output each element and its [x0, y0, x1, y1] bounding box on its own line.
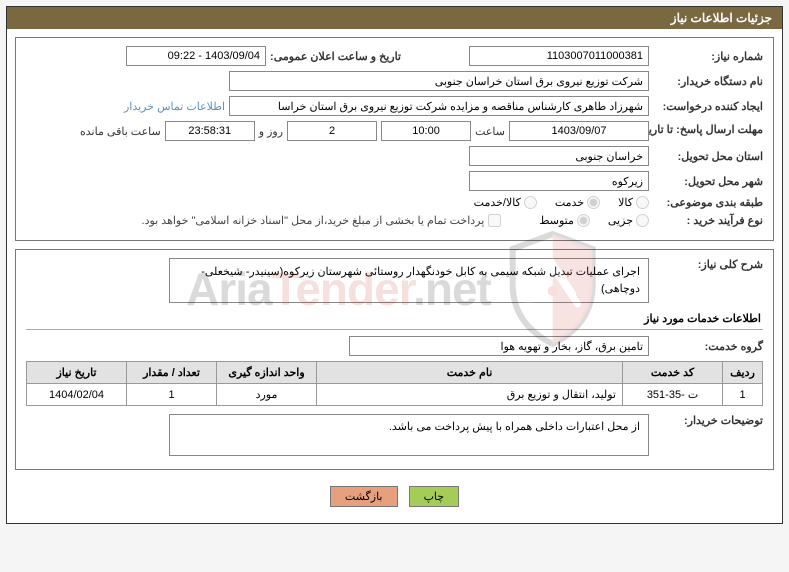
th-qty: تعداد / مقدار	[127, 362, 217, 384]
category-goods[interactable]: کالا	[618, 196, 649, 209]
category-service-label: خدمت	[555, 196, 584, 209]
services-table: ردیف کد خدمت نام خدمت واحد اندازه گیری ت…	[26, 361, 763, 406]
delivery-province-label: استان محل تحویل:	[653, 150, 763, 163]
purchase-partial-label: جزیی	[608, 214, 633, 227]
purchase-medium-label: متوسط	[539, 214, 574, 227]
panel-title: جزئیات اطلاعات نیاز	[7, 7, 782, 29]
table-row: 1 ت -35-351 تولید، انتقال و توزیع برق مو…	[27, 384, 763, 406]
announce-date-label: تاریخ و ساعت اعلان عمومی:	[270, 50, 401, 63]
th-name: نام خدمت	[317, 362, 623, 384]
purchase-partial[interactable]: جزیی	[608, 214, 649, 227]
cell-qty: 1	[127, 384, 217, 406]
th-unit: واحد اندازه گیری	[217, 362, 317, 384]
cell-name: تولید، انتقال و توزیع برق	[317, 384, 623, 406]
need-number-value: 1103007011000381	[469, 46, 649, 66]
print-button[interactable]: چاپ	[409, 486, 460, 507]
main-panel: جزئیات اطلاعات نیاز شماره نیاز: 11030070…	[6, 6, 783, 524]
cell-unit: مورد	[217, 384, 317, 406]
category-goods-label: کالا	[618, 196, 633, 209]
summary-section: شرح کلی نیاز: اجرای عملیات تبدیل شبکه سی…	[15, 249, 774, 470]
category-goods-service-radio[interactable]	[524, 196, 537, 209]
summary-label: شرح کلی نیاز:	[653, 258, 763, 271]
announce-date-value: 1403/09/04 - 09:22	[126, 46, 266, 66]
cell-row: 1	[723, 384, 763, 406]
treasury-checkbox[interactable]	[488, 214, 501, 227]
info-box: شماره نیاز: 1103007011000381 تاریخ و ساع…	[15, 37, 774, 241]
cell-code: ت -35-351	[623, 384, 723, 406]
requester-value: شهرزاد طاهری کارشناس مناقصه و مزایده شرک…	[229, 96, 649, 116]
th-need-date: تاریخ نیاز	[27, 362, 127, 384]
service-group-label: گروه خدمت:	[653, 340, 763, 353]
category-service-radio[interactable]	[587, 196, 600, 209]
deadline-label: مهلت ارسال پاسخ: تا تاریخ:	[653, 124, 763, 137]
need-number-label: شماره نیاز:	[653, 50, 763, 63]
requester-label: ایجاد کننده درخواست:	[653, 100, 763, 113]
summary-value: اجرای عملیات تبدیل شبکه سیمی به کابل خود…	[169, 258, 649, 303]
category-goods-radio[interactable]	[636, 196, 649, 209]
category-radio-group: کالا خدمت کالا/خدمت	[474, 196, 649, 209]
days-word: روز و	[259, 125, 283, 138]
buyer-org-label: نام دستگاه خریدار:	[653, 75, 763, 88]
category-label: طبقه بندی موضوعی:	[653, 196, 763, 209]
remaining-word: ساعت باقی مانده	[80, 125, 161, 138]
deadline-time-value: 10:00	[381, 121, 471, 141]
delivery-city-value: زیرکوه	[469, 171, 649, 191]
treasury-checkbox-row: پرداخت تمام یا بخشی از مبلغ خرید،از محل …	[142, 214, 502, 227]
time-remaining-value: 23:58:31	[165, 121, 255, 141]
buyer-desc-value: از محل اعتبارات داخلی همراه با پیش پرداخ…	[169, 414, 649, 456]
th-code: کد خدمت	[623, 362, 723, 384]
time-word: ساعت	[475, 125, 505, 138]
treasury-note: پرداخت تمام یا بخشی از مبلغ خرید،از محل …	[142, 214, 485, 227]
purchase-medium-radio[interactable]	[577, 214, 590, 227]
purchase-medium[interactable]: متوسط	[539, 214, 590, 227]
purchase-type-label: نوع فرآیند خرید :	[653, 214, 763, 227]
deadline-date-value: 1403/09/07	[509, 121, 649, 141]
buyer-desc-label: توضیحات خریدار:	[653, 414, 763, 427]
category-goods-service[interactable]: کالا/خدمت	[474, 196, 537, 209]
buyer-org-value: شرکت توزیع نیروی برق استان خراسان جنوبی	[229, 71, 649, 91]
buyer-contact-link[interactable]: اطلاعات تماس خریدار	[124, 100, 225, 113]
button-row: چاپ بازگشت	[15, 478, 774, 515]
category-goods-service-label: کالا/خدمت	[474, 196, 521, 209]
service-group-value: تامین برق، گاز، بخار و تهویه هوا	[349, 336, 649, 356]
cell-need-date: 1404/02/04	[27, 384, 127, 406]
th-row: ردیف	[723, 362, 763, 384]
delivery-city-label: شهر محل تحویل:	[653, 175, 763, 188]
purchase-partial-radio[interactable]	[636, 214, 649, 227]
category-service[interactable]: خدمت	[555, 196, 600, 209]
purchase-type-radio-group: جزیی متوسط	[539, 214, 649, 227]
delivery-province-value: خراسان جنوبی	[469, 146, 649, 166]
services-section-title: اطلاعات خدمات مورد نیاز	[26, 308, 763, 330]
days-remaining-value: 2	[287, 121, 377, 141]
back-button[interactable]: بازگشت	[330, 486, 398, 507]
